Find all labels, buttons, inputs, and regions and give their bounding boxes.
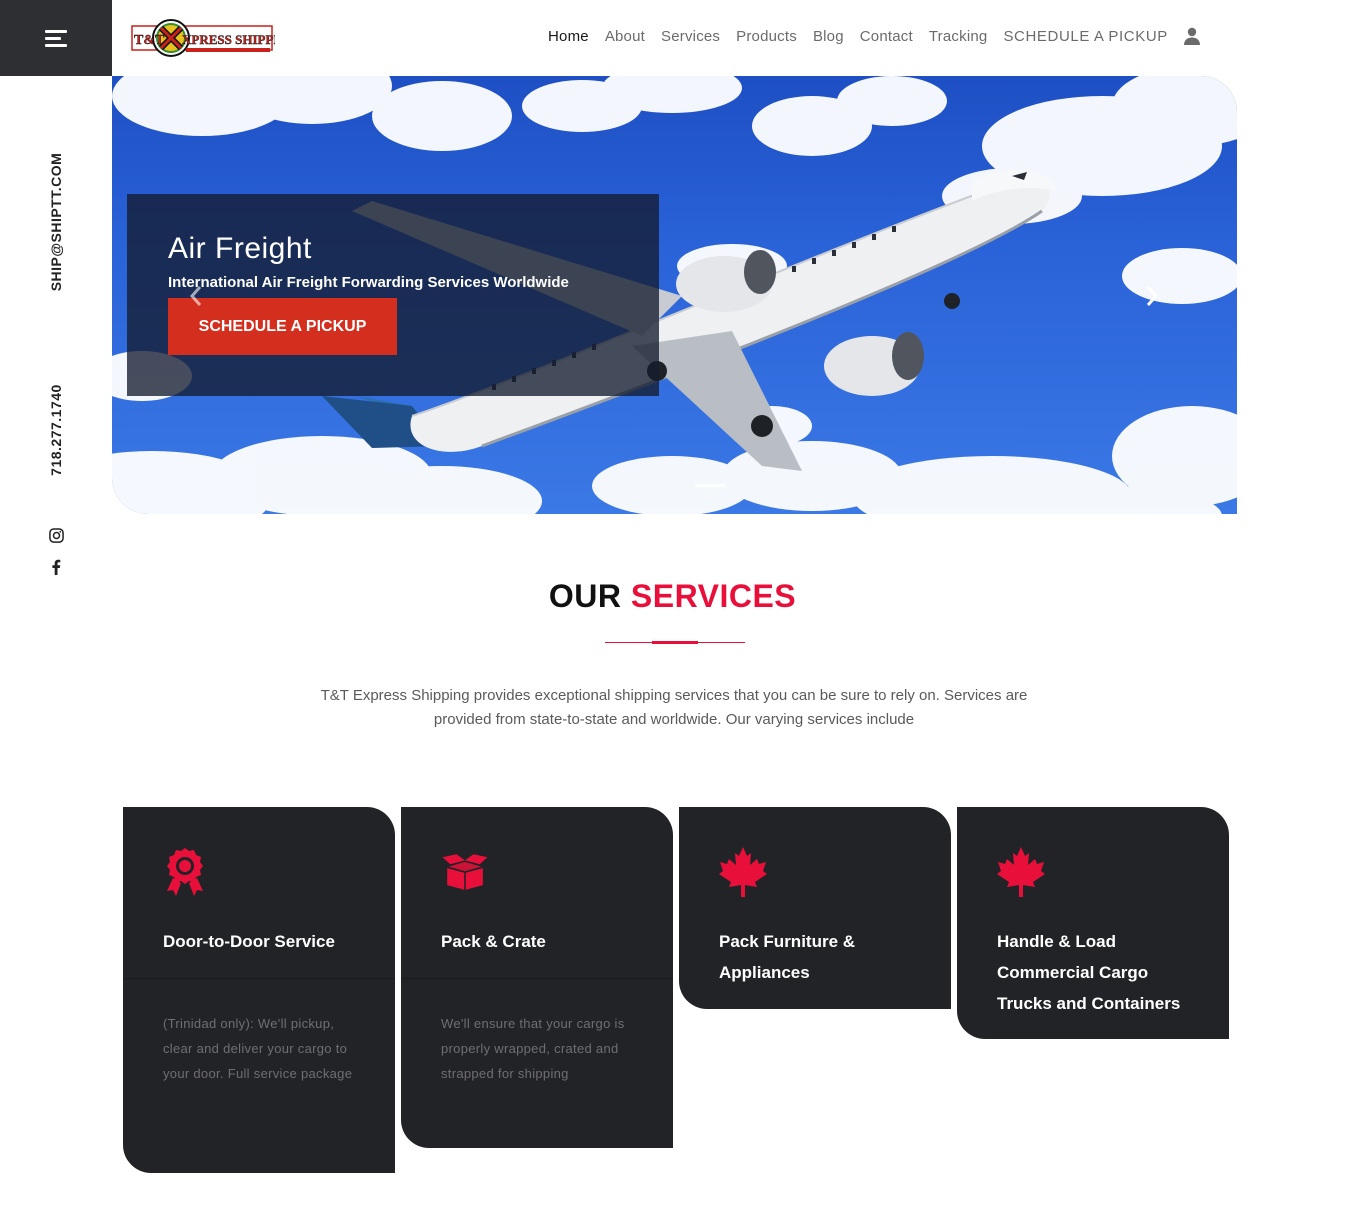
menu-toggle-button[interactable] bbox=[0, 0, 112, 76]
nav-tracking[interactable]: Tracking bbox=[929, 28, 988, 45]
service-card-pack-and-crate[interactable]: Pack & Crate We'll ensure that your carg… bbox=[401, 807, 673, 1148]
slider-next-arrow-icon[interactable] bbox=[1140, 281, 1164, 311]
service-card-text: We'll ensure that your cargo is properly… bbox=[441, 1016, 625, 1081]
service-card-pack-furniture[interactable]: Pack Furniture & Appliances bbox=[679, 807, 951, 1009]
services-heading-part1: OUR bbox=[548, 578, 622, 614]
nav-schedule-pickup[interactable]: SCHEDULE A PICKUP bbox=[1003, 28, 1167, 45]
service-card-commercial-cargo[interactable]: Handle & Load Commercial Cargo Trucks an… bbox=[957, 807, 1229, 1039]
sidebar-phone-link[interactable]: 718.277.1740 bbox=[48, 384, 64, 476]
nav-home[interactable]: Home bbox=[548, 28, 589, 45]
nav-contact[interactable]: Contact bbox=[860, 28, 913, 45]
main-nav: Home About Services Products Blog Contac… bbox=[548, 27, 1200, 45]
hamburger-icon bbox=[45, 26, 67, 51]
services-heading-part2: SERVICES bbox=[630, 578, 797, 614]
nav-blog[interactable]: Blog bbox=[813, 28, 844, 45]
hero-title: Air Freight bbox=[168, 232, 312, 265]
open-box-icon bbox=[442, 854, 488, 890]
slider-indicator[interactable] bbox=[695, 484, 725, 487]
hero-slider: Air Freight International Air Freight Fo… bbox=[112, 76, 1237, 514]
service-card-title: Pack Furniture & Appliances bbox=[719, 932, 856, 982]
hero-subtitle: International Air Freight Forwarding Ser… bbox=[168, 274, 569, 291]
user-icon[interactable] bbox=[1183, 27, 1200, 45]
company-logo[interactable]: T&T XPRESS SHIPPING LLC. bbox=[130, 16, 331, 60]
instagram-icon[interactable] bbox=[48, 527, 64, 543]
svg-text:T&T: T&T bbox=[134, 33, 165, 48]
nav-services[interactable]: Services bbox=[661, 28, 720, 45]
nav-about[interactable]: About bbox=[605, 28, 645, 45]
services-intro: T&T Express Shipping provides exceptiona… bbox=[320, 687, 1028, 728]
maple-leaf-icon bbox=[997, 847, 1045, 897]
nav-products[interactable]: Products bbox=[736, 28, 797, 45]
sidebar-email-link[interactable]: SHIP@SHIPTT.COM bbox=[48, 153, 64, 292]
maple-leaf-icon bbox=[719, 847, 767, 897]
service-card-text: (Trinidad only): We'll pickup, clear and… bbox=[163, 1016, 353, 1081]
svg-text:XPRESS SHIPPING LLC.: XPRESS SHIPPING LLC. bbox=[182, 32, 275, 47]
service-card-title: Handle & Load Commercial Cargo Trucks an… bbox=[997, 932, 1181, 1013]
heading-divider bbox=[605, 641, 745, 644]
service-card-door-to-door[interactable]: Door-to-Door Service (Trinidad only): We… bbox=[123, 807, 395, 1173]
service-card-title: Pack & Crate bbox=[441, 932, 546, 951]
slider-prev-arrow-icon[interactable] bbox=[184, 281, 208, 311]
service-card-title: Door-to-Door Service bbox=[163, 932, 335, 951]
facebook-icon[interactable] bbox=[48, 559, 64, 575]
services-heading: OUR SERVICES bbox=[0, 578, 1345, 615]
award-ribbon-icon bbox=[167, 848, 203, 896]
